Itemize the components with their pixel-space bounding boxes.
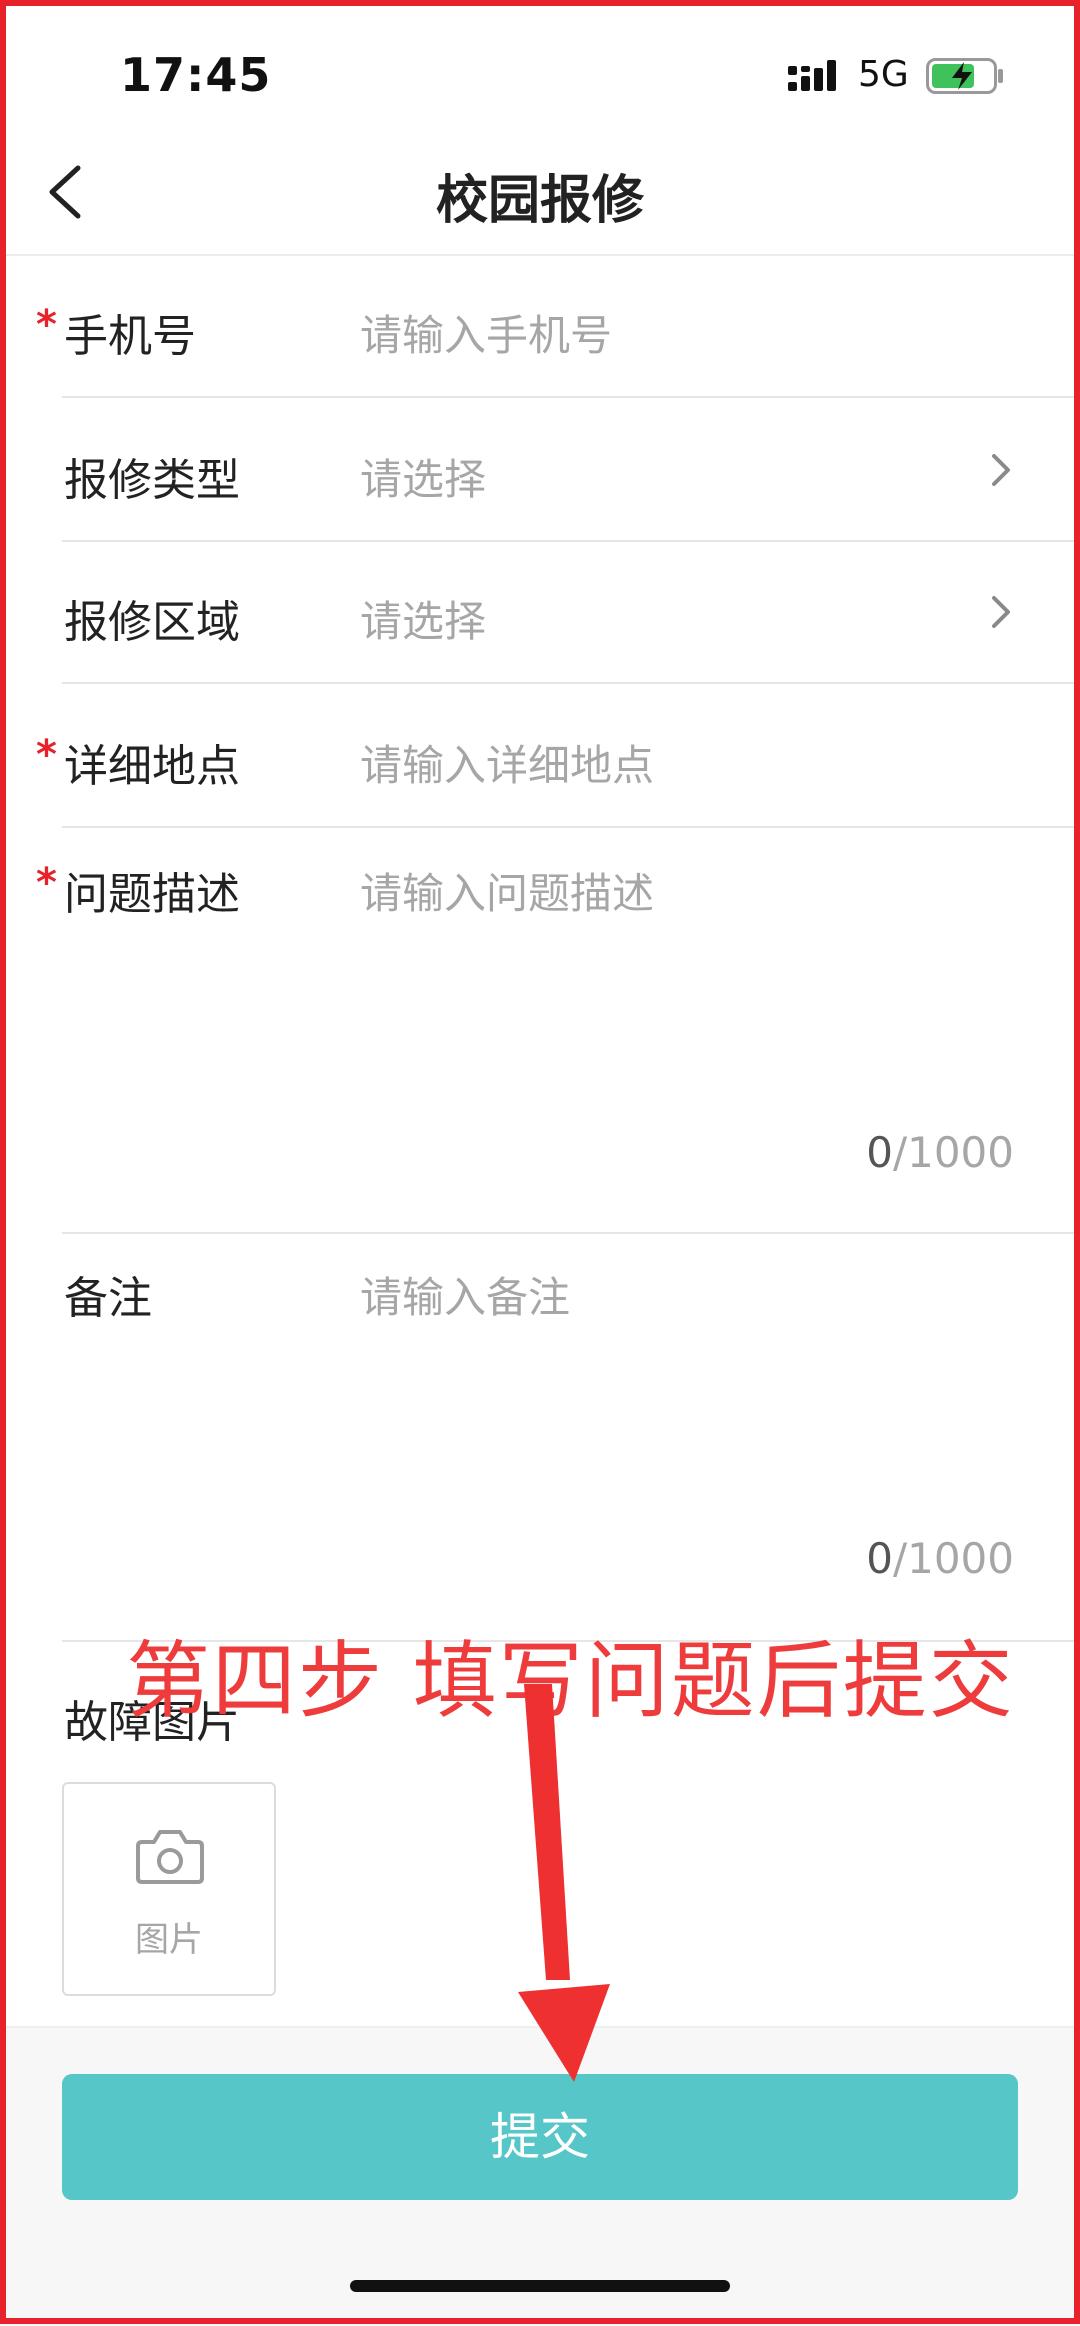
repair-area-select[interactable]: 请选择 xyxy=(360,588,486,649)
repair-type-select[interactable]: 请选择 xyxy=(360,446,486,507)
submit-button[interactable]: 提交 xyxy=(62,2074,1018,2200)
form-row-location[interactable]: * 详细地点 请输入详细地点 xyxy=(0,684,1080,828)
phone-input[interactable]: 请输入手机号 xyxy=(360,302,612,363)
photo-upload-button[interactable]: 图片 xyxy=(62,1782,276,1996)
char-count-max: /1000 xyxy=(892,1534,1014,1583)
form-row-description[interactable]: * 问题描述 请输入问题描述 0/1000 xyxy=(0,828,1080,1234)
status-time: 17:45 xyxy=(120,48,272,102)
form-row-phone[interactable]: * 手机号 请输入手机号 xyxy=(0,256,1080,398)
form-row-remark[interactable]: 备注 请输入备注 0/1000 xyxy=(0,1234,1080,1642)
required-mark: * xyxy=(36,732,57,778)
description-char-counter: 0/1000 xyxy=(866,1128,1014,1177)
field-label-phone: 手机号 xyxy=(64,311,196,362)
photo-upload-label: 图片 xyxy=(135,1920,203,1960)
network-type: 5G xyxy=(858,54,909,95)
chevron-right-icon xyxy=(992,454,1010,486)
form-row-repair-type[interactable]: 报修类型 请选择 xyxy=(0,398,1080,542)
field-label-remark: 备注 xyxy=(64,1273,152,1324)
required-mark: * xyxy=(36,302,57,348)
field-label-location: 详细地点 xyxy=(64,741,240,792)
home-indicator[interactable] xyxy=(350,2280,730,2292)
field-label-repair-type: 报修类型 xyxy=(64,455,240,506)
required-mark: * xyxy=(36,860,57,906)
chevron-right-icon xyxy=(992,596,1010,628)
red-arrow-icon xyxy=(518,1684,610,2082)
char-count-max: /1000 xyxy=(892,1128,1014,1177)
description-textarea[interactable]: 请输入问题描述 xyxy=(360,860,654,921)
battery-charging-icon xyxy=(926,58,1003,94)
signal-bars-icon xyxy=(788,60,836,91)
char-count-current: 0 xyxy=(866,1128,893,1177)
camera-icon xyxy=(136,1830,204,1884)
repair-form-page: 17:45 5G 校园报修 * 手机号 请输入手机号 报修类型 请选择 报修区域… xyxy=(0,0,1080,2326)
page-title: 校园报修 xyxy=(435,171,644,231)
form-row-repair-area[interactable]: 报修区域 请选择 xyxy=(0,542,1080,684)
char-count-current: 0 xyxy=(866,1534,893,1583)
field-label-description: 问题描述 xyxy=(64,869,240,920)
location-input[interactable]: 请输入详细地点 xyxy=(360,732,654,793)
remark-char-counter: 0/1000 xyxy=(866,1534,1014,1583)
remark-textarea[interactable]: 请输入备注 xyxy=(360,1264,570,1325)
field-label-repair-area: 报修区域 xyxy=(64,597,240,648)
